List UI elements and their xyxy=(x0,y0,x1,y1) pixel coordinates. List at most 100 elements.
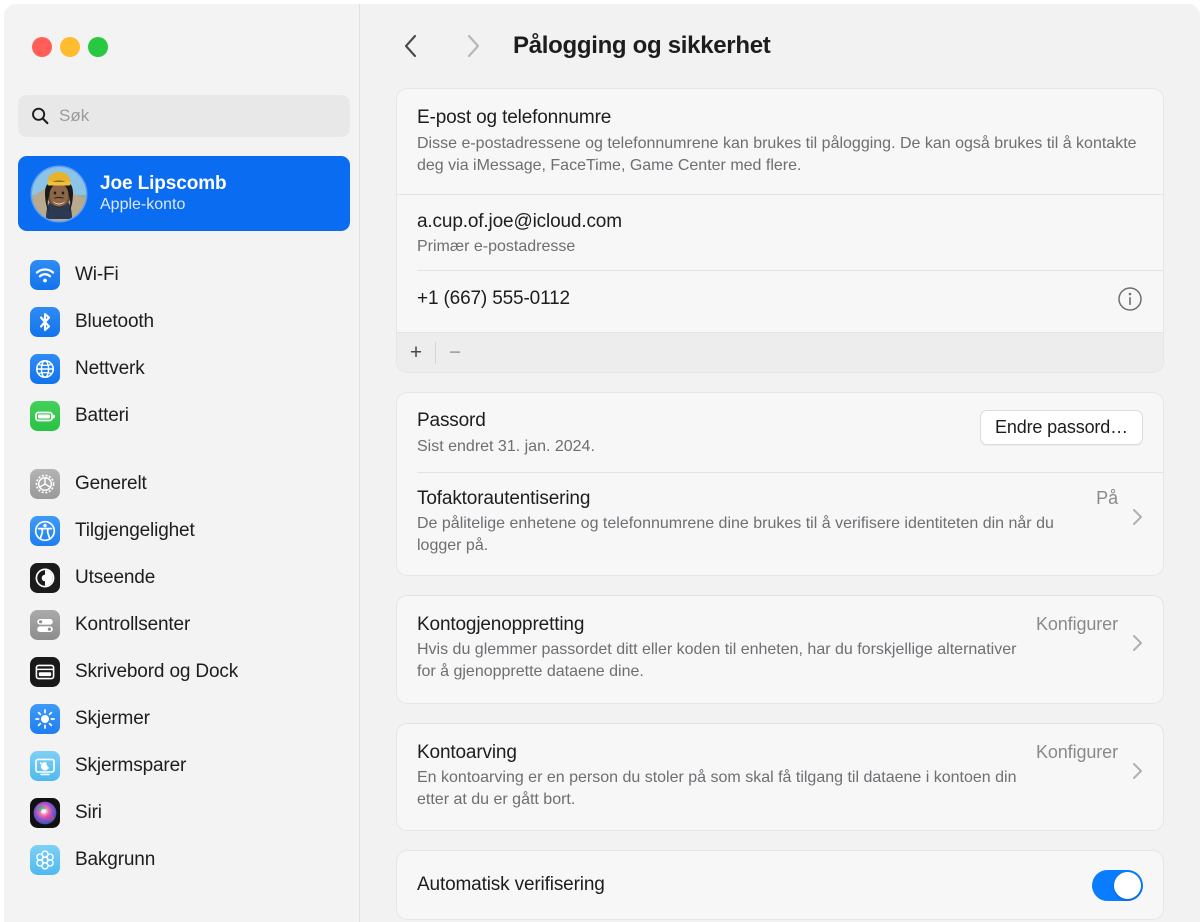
back-button[interactable] xyxy=(393,28,429,64)
forward-button[interactable] xyxy=(455,28,491,64)
two-factor-title: Tofaktorautentisering xyxy=(417,487,591,509)
window-controls xyxy=(32,37,108,57)
sidebar-item-label: Nettverk xyxy=(75,357,145,379)
sidebar-item-label: Batteri xyxy=(75,404,129,426)
sidebar-item-desktop-and-dock[interactable]: Skrivebord og Dock xyxy=(18,648,350,695)
sidebar-item-appearance[interactable]: Utseende xyxy=(18,554,350,601)
remove-button[interactable]: − xyxy=(436,333,474,372)
auto-verify-row: Automatisk verifisering xyxy=(397,851,1163,919)
control-center-icon xyxy=(30,609,60,640)
sidebar-item-wallpaper[interactable]: Bakgrunn xyxy=(18,836,350,883)
sidebar-item-label: Generelt xyxy=(75,472,147,494)
two-factor-row[interactable]: Tofaktorautentisering De pålitelige enhe… xyxy=(397,473,1163,575)
account-recovery-card[interactable]: Kontogjenoppretting Hvis du glemmer pass… xyxy=(396,595,1164,704)
sidebar-item-apple-account[interactable]: Joe Lipscomb Apple-konto xyxy=(18,156,350,231)
search-field[interactable] xyxy=(18,95,350,137)
displays-icon xyxy=(30,703,60,734)
sidebar-item-label: Skjermsparer xyxy=(75,754,187,776)
wifi-icon xyxy=(30,259,60,290)
minimize-button[interactable] xyxy=(60,37,80,57)
section-title: E-post og telefonnumre xyxy=(417,107,612,128)
avatar xyxy=(32,166,86,221)
account-name: Joe Lipscomb xyxy=(100,173,227,195)
sidebar-item-wifi[interactable]: Wi-Fi xyxy=(18,251,350,298)
account-recovery-value: Konfigurer xyxy=(1035,614,1118,635)
close-button[interactable] xyxy=(32,37,52,57)
settings-cards: E-post og telefonnumre Disse e-postadres… xyxy=(360,88,1200,921)
password-security-card: Passord Sist endret 31. jan. 2024. Endre… xyxy=(396,392,1164,577)
screensaver-icon xyxy=(30,750,60,781)
sidebar-item-label: Bluetooth xyxy=(75,310,154,332)
legacy-contact-title: Kontoarving xyxy=(417,741,517,763)
account-recovery-sub: Hvis du glemmer passordet ditt eller kod… xyxy=(417,641,1017,681)
account-recovery-row[interactable]: Kontogjenoppretting Hvis du glemmer pass… xyxy=(397,596,1163,702)
auto-verify-title: Automatisk verifisering xyxy=(417,873,605,895)
two-factor-sub: De pålitelige enhetene og telefonnumrene… xyxy=(417,514,1054,555)
appearance-icon xyxy=(30,562,60,593)
add-remove-toolbar: + − xyxy=(397,332,1163,373)
toggle-knob xyxy=(1114,872,1141,900)
email-sub: Primær e-postadresse xyxy=(417,238,576,256)
sidebar: Joe Lipscomb Apple-konto Wi-Fi xyxy=(4,4,360,922)
section-description: Disse e-postadressene og telefonnumrene … xyxy=(417,134,1137,174)
sidebar-item-accessibility[interactable]: Tilgjengelighet xyxy=(18,507,350,554)
page-title: Pålogging og sikkerhet xyxy=(513,32,771,59)
sidebar-item-label: Wi-Fi xyxy=(75,263,119,285)
sidebar-item-screensaver[interactable]: Skjermsparer xyxy=(18,742,350,789)
sidebar-item-label: Skjermer xyxy=(75,707,150,729)
phone-row[interactable]: +1 (667) 555-0112 xyxy=(397,271,1163,332)
siri-icon xyxy=(30,797,60,828)
bluetooth-icon xyxy=(30,306,60,337)
sidebar-item-displays[interactable]: Skjermer xyxy=(18,695,350,742)
sidebar-item-battery[interactable]: Batteri xyxy=(18,392,350,439)
accessibility-icon xyxy=(30,515,60,546)
sidebar-item-control-center[interactable]: Kontrollsenter xyxy=(18,601,350,648)
chevron-left-icon xyxy=(404,34,417,58)
wallpaper-icon xyxy=(30,844,60,875)
chevron-right-icon xyxy=(1133,508,1142,525)
legacy-contact-value: Konfigurer xyxy=(1035,741,1118,762)
zoom-button[interactable] xyxy=(88,37,108,57)
sidebar-item-bluetooth[interactable]: Bluetooth xyxy=(18,298,350,345)
sidebar-item-siri[interactable]: Siri xyxy=(18,789,350,836)
two-factor-value: På xyxy=(1096,487,1118,508)
add-button[interactable]: + xyxy=(397,333,435,372)
sidebar-item-label: Siri xyxy=(75,801,102,823)
chevron-right-icon xyxy=(1133,762,1142,779)
sidebar-item-network[interactable]: Nettverk xyxy=(18,345,350,392)
auto-verify-toggle[interactable] xyxy=(1092,870,1143,902)
search-icon xyxy=(32,107,49,125)
content-pane: Pålogging og sikkerhet E-post og telefon… xyxy=(360,4,1200,922)
sidebar-item-label: Utseende xyxy=(75,566,156,588)
sidebar-nav: Wi-Fi Bluetooth Nettverk Batteri Generel… xyxy=(18,251,350,883)
sidebar-item-label: Kontrollsenter xyxy=(75,613,191,635)
legacy-contact-card[interactable]: Kontoarving En kontoarving er en person … xyxy=(396,722,1164,832)
sidebar-item-label: Tilgjengelighet xyxy=(75,519,195,541)
email-row[interactable]: a.cup.of.joe@icloud.com Primær e-postadr… xyxy=(397,195,1163,270)
desktop-dock-icon xyxy=(30,656,60,687)
legacy-contact-sub: En kontoarving er en person du stoler på… xyxy=(417,768,1017,808)
auto-verify-card: Automatisk verifisering xyxy=(396,850,1164,921)
toolbar: Pålogging og sikkerhet xyxy=(360,4,1200,88)
sidebar-item-general[interactable]: Generelt xyxy=(18,460,350,507)
account-subtitle: Apple-konto xyxy=(100,196,186,214)
change-password-button[interactable]: Endre passord… xyxy=(980,410,1143,446)
network-icon xyxy=(30,353,60,384)
sidebar-item-label: Skrivebord og Dock xyxy=(75,660,239,682)
battery-icon xyxy=(30,400,60,431)
gear-icon xyxy=(30,468,60,499)
email-phone-card: E-post og telefonnumre Disse e-postadres… xyxy=(396,88,1164,374)
email-phone-header: E-post og telefonnumre Disse e-postadres… xyxy=(397,89,1163,194)
sidebar-item-label: Bakgrunn xyxy=(75,848,156,870)
sidebar-group-divider xyxy=(18,439,350,460)
chevron-right-icon xyxy=(467,34,480,58)
password-row: Passord Sist endret 31. jan. 2024. Endre… xyxy=(397,393,1163,471)
search-input[interactable] xyxy=(59,106,338,126)
legacy-contact-row[interactable]: Kontoarving En kontoarving er en person … xyxy=(397,724,1163,830)
password-sub: Sist endret 31. jan. 2024. xyxy=(417,437,595,455)
info-icon[interactable] xyxy=(1117,286,1143,312)
account-recovery-title: Kontogjenoppretting xyxy=(417,614,585,636)
password-title: Passord xyxy=(417,410,486,432)
email-value: a.cup.of.joe@icloud.com xyxy=(417,210,622,232)
chevron-right-icon xyxy=(1133,635,1142,652)
